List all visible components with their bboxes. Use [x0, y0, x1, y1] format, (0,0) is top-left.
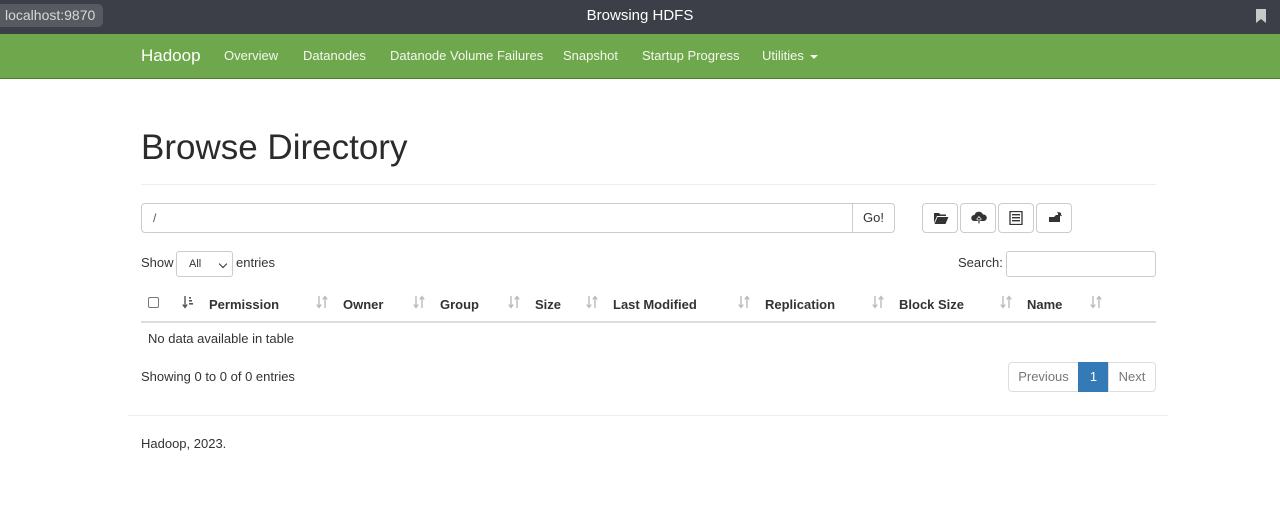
url-display[interactable]: localhost:9870: [0, 4, 104, 27]
cut-paste-button[interactable]: [998, 203, 1034, 233]
column-header-permission[interactable]: Permission: [209, 297, 279, 312]
column-header-size[interactable]: Size: [535, 297, 561, 312]
empty-table-message: No data available in table: [148, 331, 294, 346]
go-button[interactable]: Go!: [852, 203, 895, 233]
scissors-icon: [1049, 211, 1062, 222]
footer-divider: [128, 415, 1168, 416]
paste-button[interactable]: [1036, 203, 1072, 233]
header-divider: [141, 184, 1156, 185]
previous-page-button[interactable]: Previous: [1008, 362, 1079, 392]
nav-item-startup-progress[interactable]: Startup Progress: [642, 34, 740, 78]
sort-ascending-icon[interactable]: [182, 295, 194, 309]
navbar-brand[interactable]: Hadoop: [141, 34, 201, 78]
sort-both-icon[interactable]: [508, 295, 520, 309]
upload-files-button[interactable]: [960, 203, 996, 233]
navbar: Hadoop Overview Datanodes Datanode Volum…: [0, 34, 1280, 79]
sort-both-icon[interactable]: [586, 295, 598, 309]
column-header-owner[interactable]: Owner: [343, 297, 383, 312]
chevron-down-icon: [218, 259, 228, 269]
show-label: Show: [141, 255, 174, 270]
window-title: Browsing HDFS: [586, 7, 694, 24]
column-header-name[interactable]: Name: [1027, 297, 1062, 312]
directory-path-input[interactable]: /: [141, 203, 853, 233]
nav-item-utilities[interactable]: Utilities: [762, 34, 818, 78]
create-directory-button[interactable]: [922, 203, 958, 233]
sort-both-icon[interactable]: [872, 295, 884, 309]
nav-item-utilities-label: Utilities: [762, 48, 804, 63]
entries-select-value: All: [189, 258, 202, 270]
table-search-input[interactable]: [1006, 251, 1156, 277]
sort-both-icon[interactable]: [316, 295, 328, 309]
column-header-block-size[interactable]: Block Size: [899, 297, 964, 312]
caret-down-icon: [809, 54, 818, 59]
nav-item-snapshot[interactable]: Snapshot: [563, 34, 618, 78]
bookmark-icon[interactable]: [1256, 9, 1266, 23]
next-page-button[interactable]: Next: [1108, 362, 1156, 392]
list-alt-icon: [1009, 211, 1023, 225]
sort-both-icon[interactable]: [1090, 295, 1102, 309]
sort-both-icon[interactable]: [1000, 295, 1012, 309]
folder-open-icon: [934, 213, 949, 224]
page-title: Browse Directory: [141, 128, 408, 167]
column-header-last-modified[interactable]: Last Modified: [613, 297, 697, 312]
entries-per-page-select[interactable]: All: [176, 251, 233, 277]
footer-text: Hadoop, 2023.: [141, 436, 227, 451]
entries-label: entries: [236, 255, 276, 270]
column-header-replication[interactable]: Replication: [765, 297, 835, 312]
sort-both-icon[interactable]: [738, 295, 750, 309]
column-header-group[interactable]: Group: [440, 297, 479, 312]
browser-title-bar: localhost:9870 Browsing HDFS: [0, 0, 1280, 34]
sort-both-icon[interactable]: [413, 295, 425, 309]
search-label: Search:: [958, 255, 1003, 270]
table-info: Showing 0 to 0 of 0 entries: [141, 369, 295, 384]
select-all-checkbox[interactable]: [148, 297, 159, 308]
table-header-divider: [141, 321, 1156, 323]
nav-item-overview[interactable]: Overview: [224, 34, 278, 78]
cloud-upload-icon: [971, 211, 987, 224]
page-1-button[interactable]: 1: [1078, 362, 1109, 392]
nav-item-datanodes[interactable]: Datanodes: [303, 34, 366, 78]
nav-item-datanode-volume-failures[interactable]: Datanode Volume Failures: [390, 34, 543, 78]
